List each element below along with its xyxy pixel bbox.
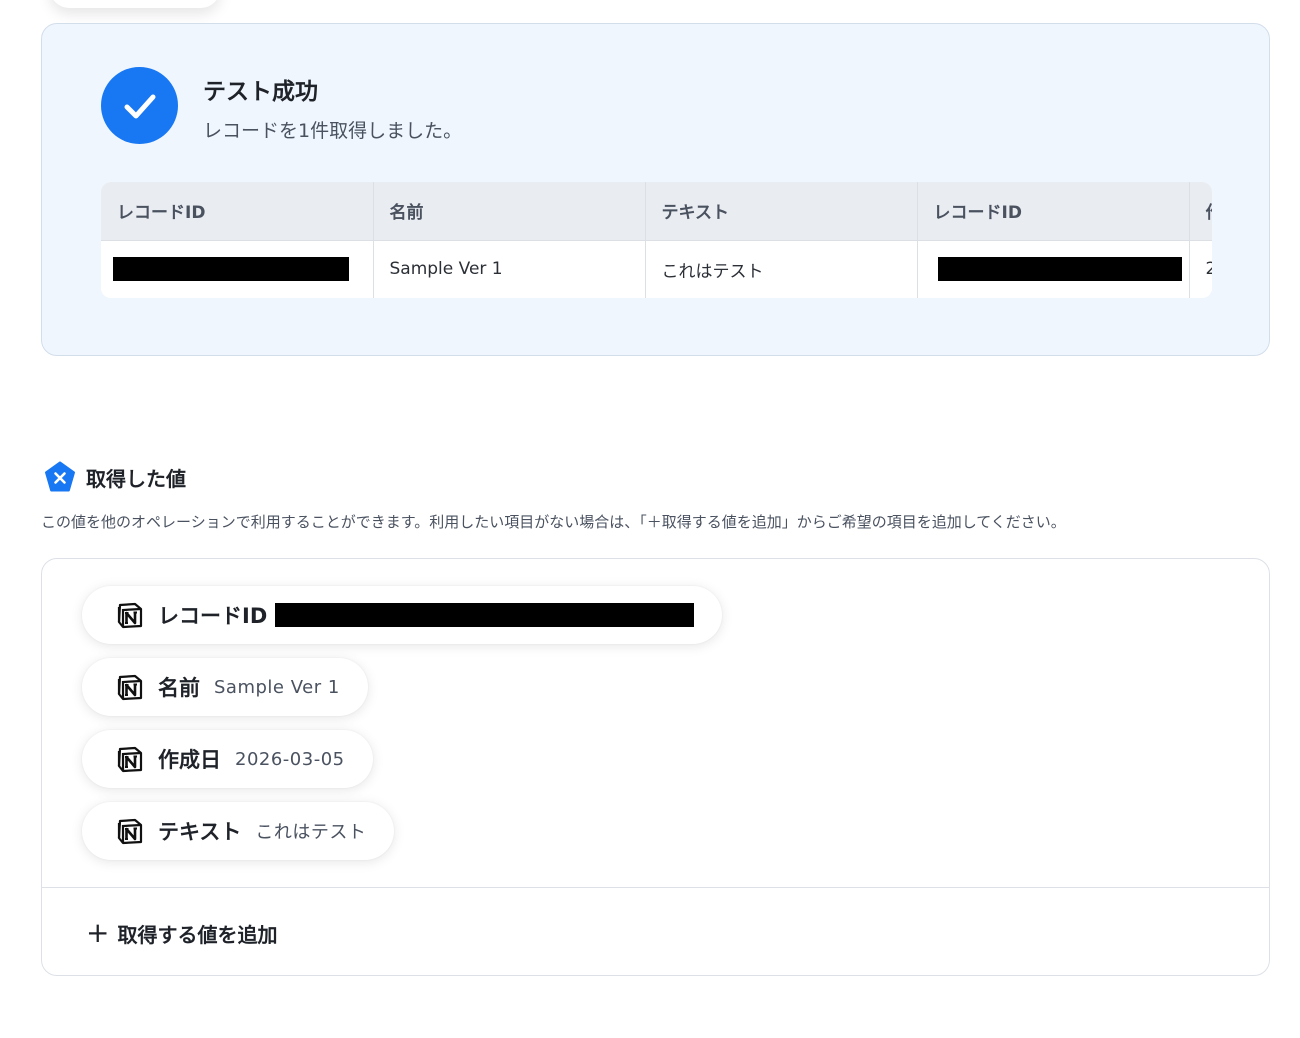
table-header-cell: レコードID — [101, 182, 374, 241]
table-cell-record-id — [101, 240, 374, 298]
results-table: レコードID 名前 テキスト レコードID 作 Sample Ver 1 これは… — [101, 182, 1212, 298]
chip-value: 2026-03-05 — [235, 748, 345, 770]
check-icon — [101, 67, 178, 144]
notion-icon — [117, 674, 143, 701]
chip-label: 名前 — [158, 676, 200, 700]
notion-icon — [117, 818, 143, 845]
test-success-card: テスト成功 レコードを1件取得しました。 レコードID 名前 テキスト レコード… — [41, 23, 1270, 356]
previous-section-edge — [50, 0, 220, 8]
redaction-bar — [937, 257, 1182, 282]
table-header-cell: レコードID — [917, 182, 1190, 241]
redaction-bar — [275, 603, 695, 627]
value-chip-created-date[interactable]: 作成日 2026-03-05 — [82, 730, 373, 788]
add-value-label: 取得する値を追加 — [117, 922, 278, 947]
table-cell: 2 — [1189, 240, 1212, 298]
table-cell: Sample Ver 1 — [373, 240, 646, 298]
results-table-scroll[interactable]: レコードID 名前 テキスト レコードID 作 Sample Ver 1 これは… — [101, 182, 1212, 298]
value-chip-record-id[interactable]: レコードID — [82, 586, 723, 644]
table-header-cell: テキスト — [645, 182, 918, 241]
chip-value: これはテスト — [255, 822, 367, 843]
chip-label: 作成日 — [158, 748, 221, 772]
acquired-values-heading: 取得した値 — [44, 461, 186, 493]
divider — [42, 887, 1269, 888]
value-chip-name[interactable]: 名前 Sample Ver 1 — [82, 658, 368, 716]
chip-label: レコードID — [158, 604, 268, 628]
table-row: Sample Ver 1 これはテスト 2 — [101, 240, 1212, 298]
table-cell: これはテスト — [645, 240, 918, 298]
chip-value: Sample Ver 1 — [214, 676, 340, 698]
table-cell-record-id — [917, 240, 1190, 298]
variable-icon — [45, 461, 75, 492]
add-value-button[interactable]: + 取得する値を追加 — [86, 915, 277, 951]
acquired-values-card: レコードID 名前 Sample Ver 1 作成日 2026-03-05 テキ — [41, 558, 1270, 976]
table-header-cell: 作 — [1189, 182, 1212, 241]
plus-icon: + — [86, 916, 110, 949]
value-chip-text[interactable]: テキスト これはテスト — [82, 802, 395, 860]
section-title: 取得した値 — [86, 466, 186, 491]
chip-label: テキスト — [158, 820, 242, 844]
table-header-cell: 名前 — [373, 182, 646, 241]
notion-icon — [117, 746, 143, 773]
table-header-row: レコードID 名前 テキスト レコードID 作 — [101, 182, 1212, 241]
redaction-bar — [113, 257, 349, 282]
success-title: テスト成功 — [203, 79, 318, 105]
notion-icon — [117, 602, 143, 629]
section-description: この値を他のオペレーションで利用することができます。利用したい項目がない場合は、… — [41, 513, 1066, 531]
success-subtitle: レコードを1件取得しました。 — [203, 120, 463, 142]
